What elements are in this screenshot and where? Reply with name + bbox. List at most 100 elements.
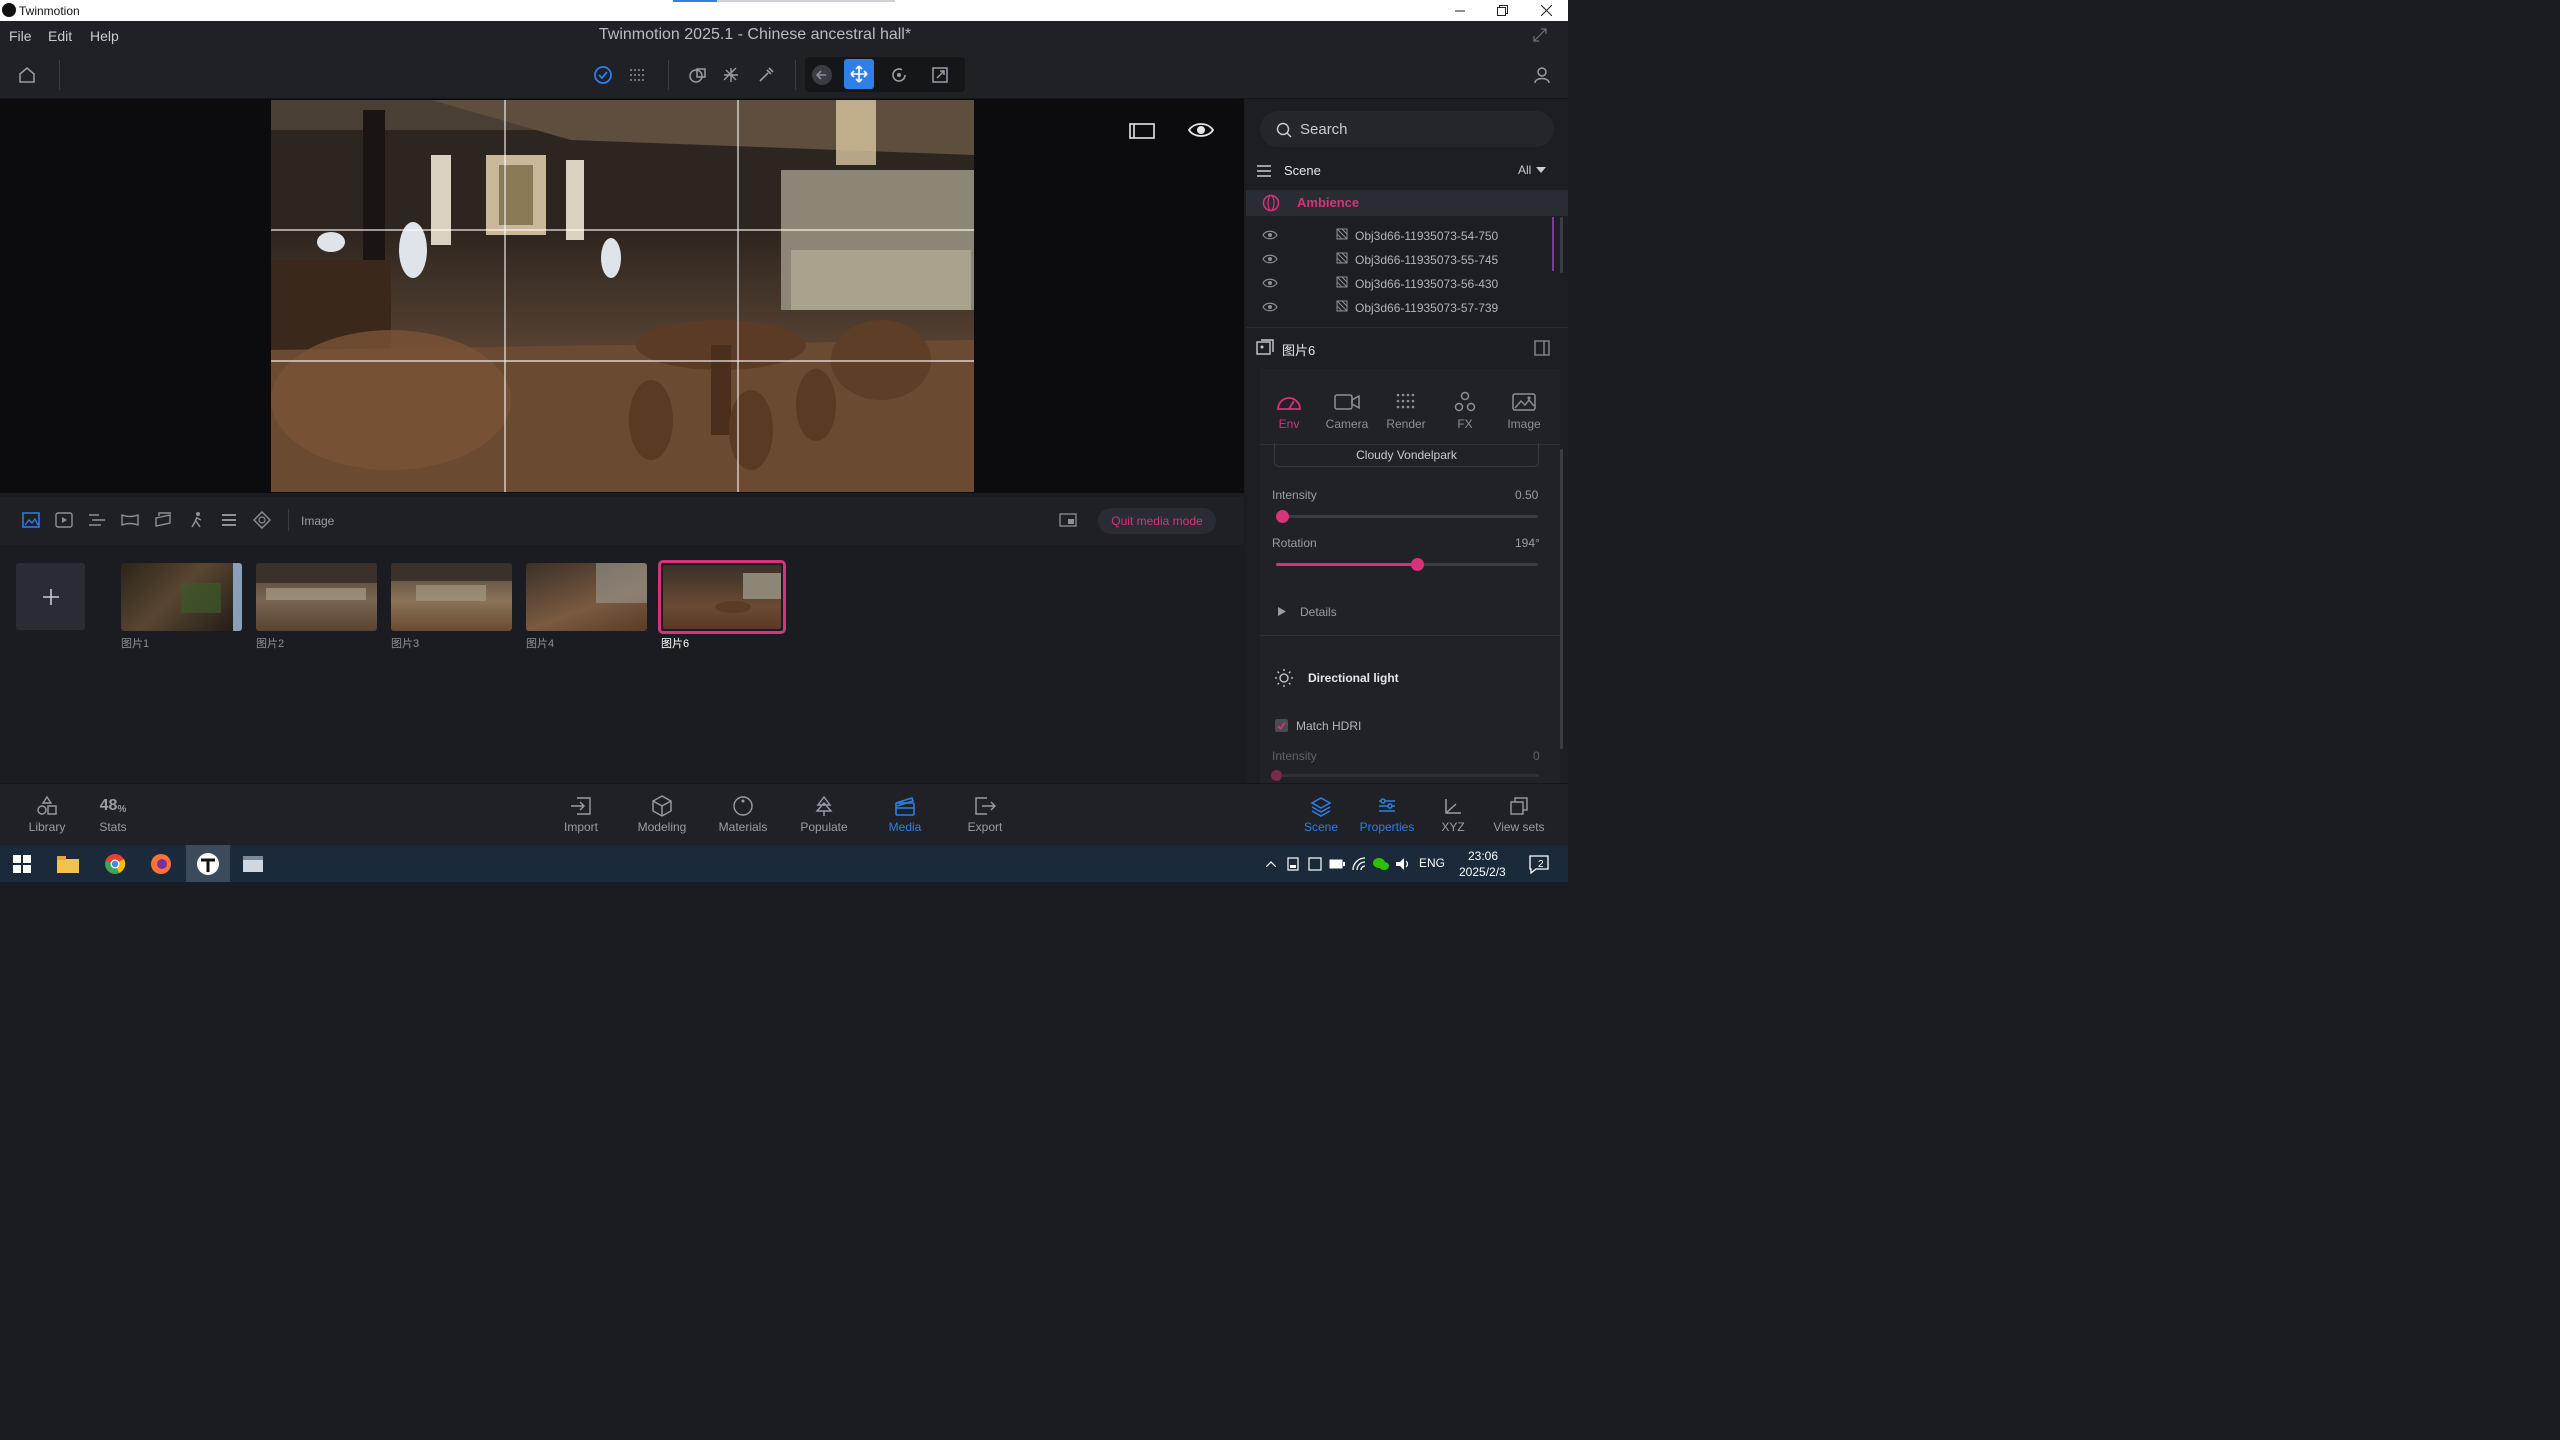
xyz-button[interactable]: XYZ: [1418, 794, 1488, 834]
window-titlebar: Twinmotion: [0, 0, 1568, 21]
eyedropper-icon[interactable]: [753, 62, 779, 88]
app-window-icon[interactable]: [238, 850, 268, 878]
close-icon[interactable]: [1531, 2, 1561, 19]
details-expander[interactable]: Details: [1300, 605, 1337, 619]
scene-filter-dropdown[interactable]: All: [1518, 163, 1547, 177]
eye-icon[interactable]: [1262, 229, 1278, 241]
aspect-frame-icon[interactable]: [1129, 123, 1155, 139]
thumbnail-2[interactable]: [256, 563, 377, 631]
thumbnail-3[interactable]: [391, 563, 512, 631]
match-hdri-checkbox[interactable]: [1275, 719, 1288, 732]
paint-scatter-icon[interactable]: [718, 62, 744, 88]
export-button[interactable]: Export: [950, 794, 1020, 834]
tree-scrollbar[interactable]: [1560, 217, 1563, 273]
expand-triangle-icon[interactable]: [1278, 607, 1286, 616]
user-account-icon[interactable]: [1529, 62, 1555, 88]
scale-icon[interactable]: [927, 62, 953, 88]
scene-object-row[interactable]: Obj3d66-11935073-57-739: [1246, 296, 1556, 320]
grid-dots-icon[interactable]: [624, 62, 650, 88]
mesh-object-icon: [1336, 252, 1348, 264]
modeling-button[interactable]: Modeling: [627, 794, 697, 834]
dl-intensity-slider[interactable]: [1271, 770, 1539, 781]
tray-drive-icon[interactable]: [1284, 850, 1302, 878]
presentation-icon[interactable]: [152, 509, 174, 531]
divider: [1260, 635, 1560, 636]
video-media-icon[interactable]: [53, 509, 75, 531]
render-preview[interactable]: [271, 100, 974, 492]
rotation-label: Rotation: [1272, 536, 1317, 550]
tray-wifi-icon[interactable]: [1350, 850, 1368, 878]
chevron-down-icon: [1536, 166, 1547, 173]
panel-toggle-icon[interactable]: [1534, 340, 1550, 356]
hamburger-menu-icon[interactable]: [1256, 164, 1272, 178]
eye-icon[interactable]: [1262, 277, 1278, 289]
tab-image[interactable]: Image: [1496, 389, 1552, 431]
move-icon[interactable]: [844, 59, 874, 89]
thumbnail-4[interactable]: [526, 563, 647, 631]
viewport[interactable]: [0, 99, 1244, 493]
slider-knob[interactable]: [1271, 770, 1282, 781]
scene-object-row[interactable]: Obj3d66-11935073-54-750: [1246, 224, 1556, 248]
chrome-browser-icon[interactable]: [100, 850, 130, 878]
file-explorer-icon[interactable]: [53, 850, 83, 878]
hdri-selector[interactable]: Cloudy Vondelpark: [1274, 443, 1539, 467]
import-button[interactable]: Import: [546, 794, 616, 834]
panorama-icon[interactable]: [119, 509, 141, 531]
scene-object-row[interactable]: Obj3d66-11935073-56-430: [1246, 272, 1556, 296]
tray-date[interactable]: 2025/2/3: [1459, 865, 1506, 879]
thumbnail-6-selected[interactable]: [658, 560, 786, 634]
scene-panel-button[interactable]: Scene: [1286, 794, 1356, 834]
tray-time[interactable]: 23:06: [1468, 849, 1498, 863]
tray-chevron-icon[interactable]: [1262, 850, 1280, 878]
walk-person-icon[interactable]: [186, 509, 208, 531]
tab-camera[interactable]: Camera: [1319, 389, 1375, 431]
notification-center-icon[interactable]: 2: [1524, 850, 1554, 878]
sequence-icon[interactable]: [86, 509, 108, 531]
intensity-slider-knob[interactable]: [1276, 510, 1289, 523]
home-icon[interactable]: [14, 62, 40, 88]
library-shapes-icon: [37, 795, 57, 815]
back-arrow-icon[interactable]: [809, 62, 835, 88]
firefox-icon[interactable]: [146, 850, 176, 878]
properties-panel-button[interactable]: Properties: [1352, 794, 1422, 834]
select-check-icon[interactable]: [590, 62, 616, 88]
thumbnail-1[interactable]: [121, 563, 242, 631]
rotation-slider[interactable]: [1276, 558, 1538, 571]
materials-button[interactable]: Materials: [708, 794, 778, 834]
stack-icon[interactable]: [218, 509, 240, 531]
visibility-eye-icon[interactable]: [1188, 121, 1214, 139]
search-field[interactable]: Search: [1260, 111, 1554, 147]
eye-icon[interactable]: [1262, 301, 1278, 313]
tray-wechat-icon[interactable]: [1372, 850, 1390, 878]
tray-ime-icon[interactable]: [1306, 850, 1324, 878]
properties-scrollbar[interactable]: [1560, 449, 1563, 749]
start-windows-icon[interactable]: [7, 850, 37, 878]
tray-volume-icon[interactable]: [1394, 850, 1412, 878]
image-media-icon[interactable]: [20, 509, 42, 531]
twinmotion-taskbar-icon[interactable]: [186, 845, 230, 882]
quit-media-mode-button[interactable]: Quit media mode: [1098, 508, 1216, 534]
shapes-icon[interactable]: [685, 62, 711, 88]
intensity-slider[interactable]: [1276, 510, 1538, 523]
populate-button[interactable]: Populate: [789, 794, 859, 834]
populate-tree-icon: [815, 795, 833, 816]
restore-icon[interactable]: [1487, 2, 1517, 19]
library-button[interactable]: Library: [12, 794, 82, 834]
phasing-icon[interactable]: [251, 509, 273, 531]
tab-env[interactable]: Env: [1261, 389, 1317, 431]
tab-fx[interactable]: FX: [1437, 389, 1493, 431]
view-sets-button[interactable]: View sets: [1484, 794, 1554, 834]
tab-render[interactable]: Render: [1378, 389, 1434, 431]
minimize-icon[interactable]: [1445, 2, 1475, 19]
tray-battery-icon[interactable]: [1328, 850, 1346, 878]
add-media-button[interactable]: [16, 563, 85, 630]
stats-button[interactable]: 48% Stats: [78, 794, 148, 834]
tray-language[interactable]: ENG: [1419, 856, 1445, 870]
eye-icon[interactable]: [1262, 253, 1278, 265]
ambience-row[interactable]: Ambience: [1246, 190, 1568, 216]
fullscreen-icon[interactable]: [1532, 27, 1548, 43]
rotate-icon[interactable]: [886, 62, 912, 88]
media-button[interactable]: Media: [870, 794, 940, 834]
picture-in-picture-icon[interactable]: [1057, 509, 1079, 531]
scene-object-row[interactable]: Obj3d66-11935073-55-745: [1246, 248, 1556, 272]
